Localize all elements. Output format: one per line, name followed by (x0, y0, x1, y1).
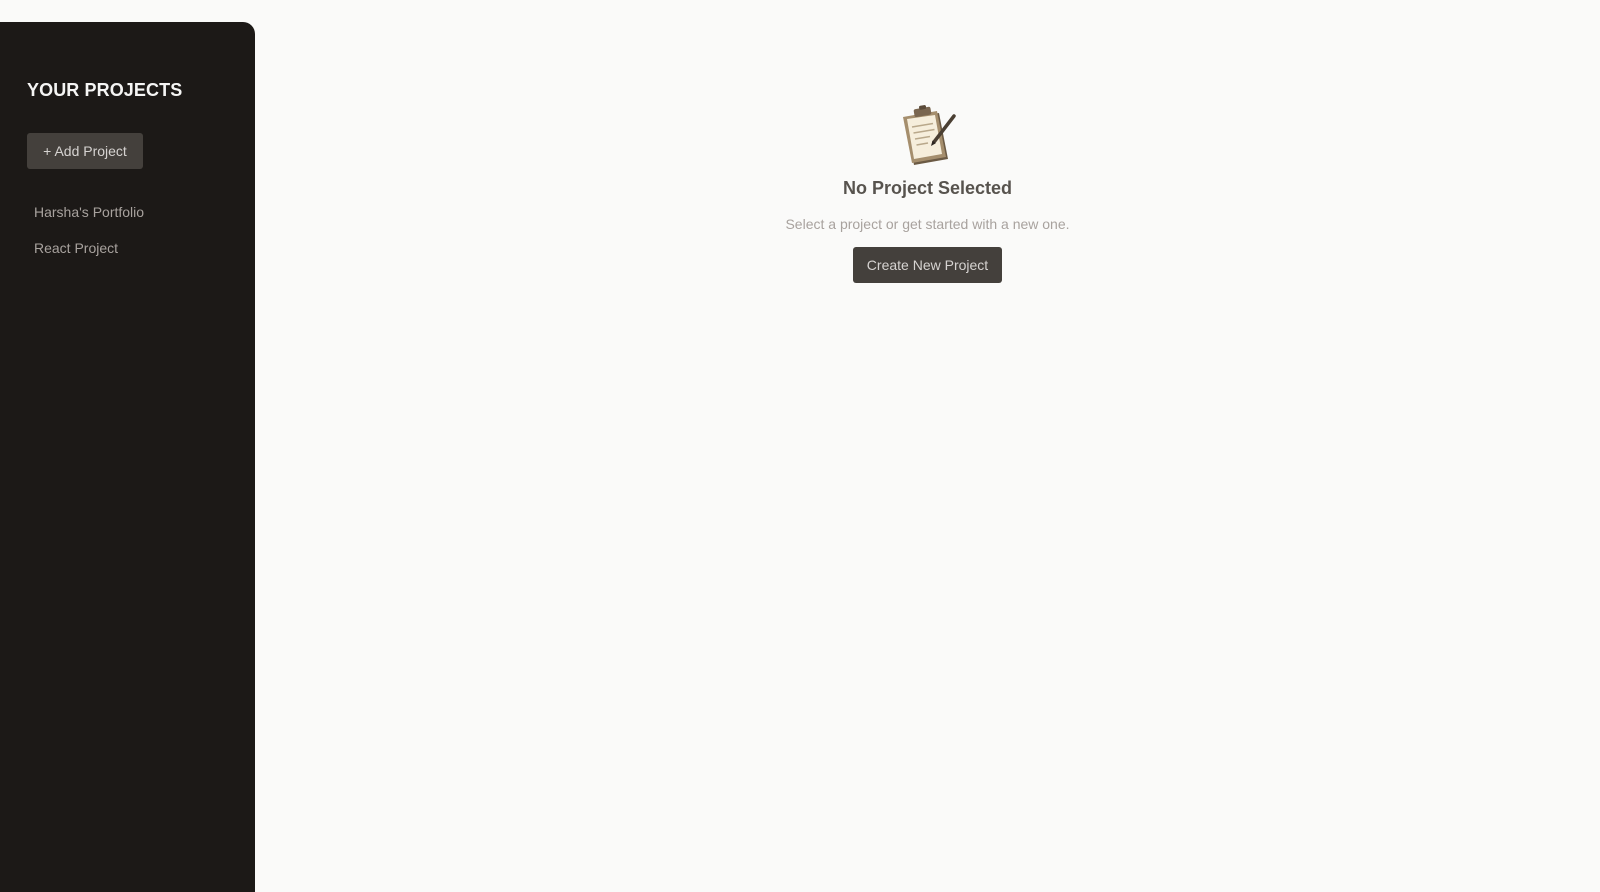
project-item-label: React Project (34, 240, 119, 256)
project-item-label: Harsha's Portfolio (34, 204, 145, 220)
add-project-label: + Add Project (43, 143, 127, 159)
projects-sidebar: YOUR PROJECTS + Add Project Harsha's Por… (0, 22, 255, 892)
sidebar-title: YOUR PROJECTS (27, 80, 183, 100)
app-root: YOUR PROJECTS + Add Project Harsha's Por… (0, 0, 1600, 892)
empty-state-subtitle: Select a project or get started with a n… (785, 216, 1070, 232)
add-project-button[interactable]: + Add Project (27, 133, 143, 169)
empty-state-title: No Project Selected (842, 178, 1013, 198)
clipboard-icon (902, 105, 956, 165)
project-list: Harsha's Portfolio React Project (27, 194, 227, 266)
project-item-harshas-portfolio[interactable]: Harsha's Portfolio (27, 194, 227, 230)
main-content: No Project Selected Select a project or … (255, 0, 1600, 892)
project-item-react-project[interactable]: React Project (27, 230, 227, 266)
create-new-project-button[interactable]: Create New Project (853, 247, 1002, 283)
no-project-empty-state: No Project Selected Select a project or … (255, 104, 1600, 283)
